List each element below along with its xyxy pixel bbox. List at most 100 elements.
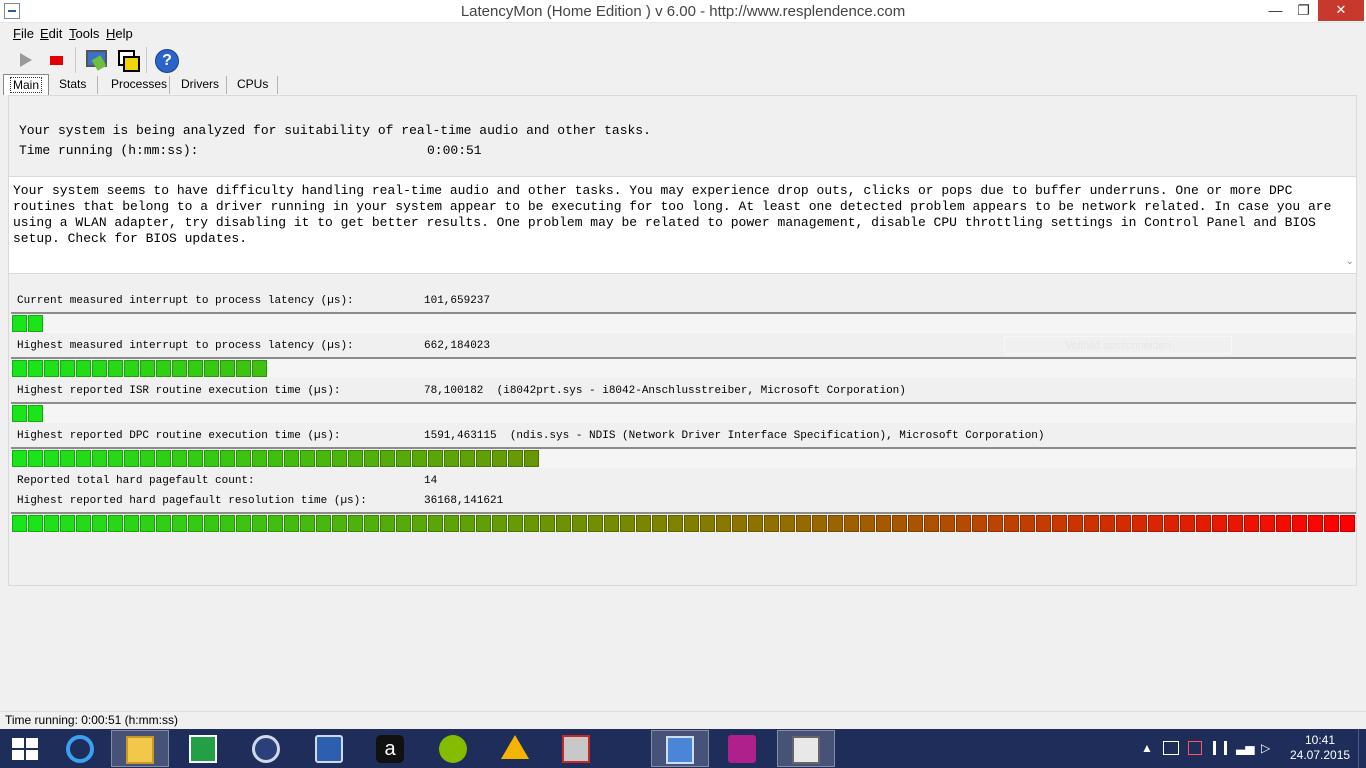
store-icon[interactable] xyxy=(175,730,233,767)
bar-segment xyxy=(140,515,155,532)
bar-segment xyxy=(348,515,363,532)
bar-segment xyxy=(124,360,139,377)
bar-segment xyxy=(364,515,379,532)
drive-icon[interactable] xyxy=(487,730,545,767)
latencymon-icon[interactable] xyxy=(777,730,835,767)
pagefault-bar xyxy=(11,512,1356,533)
help-icon[interactable] xyxy=(153,47,179,73)
bar-segment xyxy=(524,515,539,532)
menu-file[interactable]: File xyxy=(13,26,34,41)
remote-desktop-icon[interactable] xyxy=(548,730,606,767)
bar-segment xyxy=(428,515,443,532)
tab-main[interactable]: Main xyxy=(3,74,50,95)
play-icon[interactable] xyxy=(12,47,38,73)
internet-explorer-icon[interactable] xyxy=(52,730,110,767)
taskbar: a xyxy=(0,729,1366,768)
bar-segment xyxy=(476,450,491,467)
minimize-button[interactable]: — xyxy=(1262,0,1289,21)
bar-segment xyxy=(28,405,43,422)
bar-segment xyxy=(1148,515,1163,532)
bar-segment xyxy=(716,515,731,532)
clock-time: 10:41 xyxy=(1304,733,1336,747)
tab-separator xyxy=(97,76,98,94)
bar-segment xyxy=(1212,515,1227,532)
bar-segment xyxy=(92,450,107,467)
amazon-icon[interactable]: a xyxy=(362,730,420,767)
pagefault-count-label: Reported total hard pagefault count: xyxy=(17,475,255,487)
show-desktop-button[interactable] xyxy=(1358,729,1366,768)
tab-stats[interactable]: Stats xyxy=(53,74,92,95)
taskbar-clock[interactable]: 10:41 24.07.2015 xyxy=(1290,733,1350,763)
bar-segment xyxy=(12,360,27,377)
dpc-bar xyxy=(11,447,1356,468)
start-button[interactable] xyxy=(12,738,38,760)
bar-segment xyxy=(76,515,91,532)
bar-segment xyxy=(236,360,251,377)
monitor-icon[interactable] xyxy=(82,47,108,73)
file-explorer-icon[interactable] xyxy=(111,730,169,767)
bar-segment xyxy=(1180,515,1195,532)
bar-segment xyxy=(508,515,523,532)
tab-separator xyxy=(226,76,227,94)
bar-segment xyxy=(1276,515,1291,532)
bar-segment xyxy=(316,450,331,467)
analysis-status: Your system is being analyzed for suitab… xyxy=(9,96,1356,176)
title-bar: LatencyMon (Home Edition ) v 6.00 - http… xyxy=(0,0,1366,23)
toolbar-separator xyxy=(146,47,147,73)
clock-date: 24.07.2015 xyxy=(1290,748,1351,762)
status-text: Time running: 0:00:51 (h:mm:ss) xyxy=(5,713,178,727)
bar-segment xyxy=(1308,515,1323,532)
control-panel-icon[interactable] xyxy=(651,730,709,767)
stop-icon[interactable] xyxy=(44,47,70,73)
calculator-icon[interactable] xyxy=(238,730,296,767)
bar-segment xyxy=(444,450,459,467)
metric-label: Highest reported ISR routine execution t… xyxy=(17,385,341,397)
battery-icon[interactable] xyxy=(1213,741,1227,755)
bar-segment xyxy=(1100,515,1115,532)
metric-label: Highest measured interrupt to process la… xyxy=(17,340,354,352)
bar-segment xyxy=(28,450,43,467)
bar-segment xyxy=(1132,515,1147,532)
bar-segment xyxy=(236,450,251,467)
window-title: LatencyMon (Home Edition ) v 6.00 - http… xyxy=(460,3,906,20)
bar-fill xyxy=(12,450,540,467)
bar-segment xyxy=(188,515,203,532)
tab-cpus[interactable]: CPUs xyxy=(231,74,274,95)
network-icon[interactable]: ▃▅ xyxy=(1236,741,1254,755)
camera-icon[interactable] xyxy=(714,730,772,767)
bar-segment xyxy=(524,450,539,467)
bar-segment xyxy=(300,515,315,532)
bar-segment xyxy=(268,515,283,532)
scroll-down-icon[interactable]: ⌄ xyxy=(1346,256,1354,267)
menu-bar: File Edit Tools Help xyxy=(0,24,1366,43)
menu-edit[interactable]: Edit xyxy=(40,26,62,41)
close-button[interactable]: ✕ xyxy=(1318,0,1364,21)
metric-label: Highest reported DPC routine execution t… xyxy=(17,430,341,442)
tray-expand-icon[interactable]: ▲ xyxy=(1141,741,1153,755)
security-icon[interactable] xyxy=(1188,741,1202,755)
time-running-value: 0:00:51 xyxy=(427,143,482,158)
conclusion-textbox[interactable]: Your system seems to have difficulty han… xyxy=(9,176,1356,274)
bar-segment xyxy=(780,515,795,532)
action-center-icon[interactable] xyxy=(1163,741,1179,755)
latency-bar-current xyxy=(11,312,1356,333)
bar-segment xyxy=(156,360,171,377)
bar-segment xyxy=(1292,515,1307,532)
bar-segment xyxy=(1228,515,1243,532)
bar-segment xyxy=(124,450,139,467)
bar-segment xyxy=(684,515,699,532)
spotify-icon[interactable] xyxy=(425,730,483,767)
maximize-button[interactable]: ❐ xyxy=(1290,0,1317,21)
tab-processes[interactable]: Processes xyxy=(105,74,173,95)
menu-help[interactable]: Help xyxy=(106,26,133,41)
bar-segment xyxy=(588,515,603,532)
menu-tools[interactable]: Tools xyxy=(69,26,99,41)
bar-segment xyxy=(444,515,459,532)
bar-segment xyxy=(972,515,987,532)
tab-drivers[interactable]: Drivers xyxy=(175,74,225,95)
pagefault-time-label: Highest reported hard pagefault resoluti… xyxy=(17,495,367,507)
volume-icon[interactable]: ▷ xyxy=(1261,741,1270,755)
bar-segment xyxy=(76,450,91,467)
messaging-icon[interactable] xyxy=(301,730,359,767)
windows-icon[interactable] xyxy=(114,47,140,73)
